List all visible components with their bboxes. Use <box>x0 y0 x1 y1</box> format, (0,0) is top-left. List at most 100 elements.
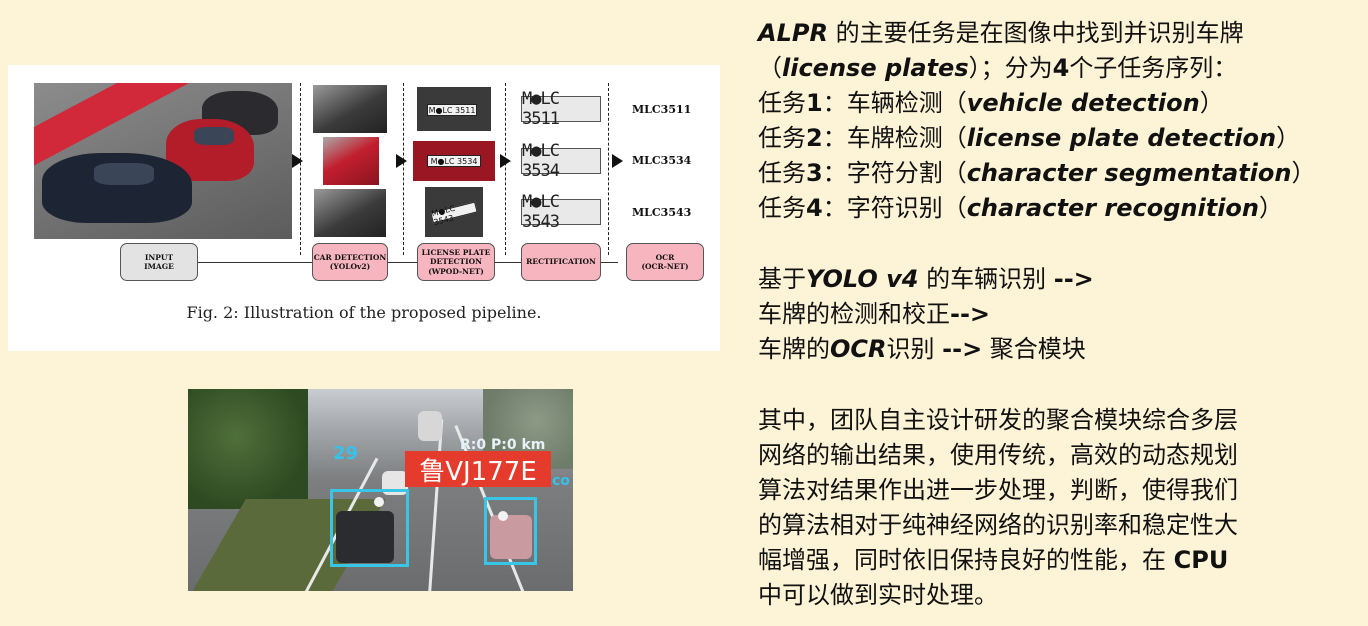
text-run: 4 <box>1052 54 1070 82</box>
text-run: ） <box>1291 159 1316 187</box>
text-run: ） <box>1259 194 1284 222</box>
para-line: 其中，团队自主设计研发的聚合模块综合多层 <box>758 403 1358 438</box>
stage-divider <box>608 83 609 255</box>
rectified-plate: M●LC 3534 <box>521 141 601 181</box>
flow-line: 车牌的OCR识别 --> 聚合模块 <box>758 332 1358 367</box>
intro-line: 任务4：字符识别（character recognition） <box>758 191 1358 226</box>
text-run: 的车辆识别 <box>918 265 1054 293</box>
trees-left <box>188 389 308 509</box>
figure-caption: Fig. 2: Illustration of the proposed pip… <box>186 303 542 322</box>
para-line: 算法对结果作出进一步处理，判断，使得我们 <box>758 473 1358 508</box>
text-run: （ <box>758 54 782 82</box>
stage-input-image: INPUT IMAGE <box>120 243 198 281</box>
text-run: 任务 <box>758 124 806 152</box>
intro-line: ALPR 的主要任务是在图像中找到并识别车牌 <box>758 16 1358 51</box>
input-image-photo <box>34 83 292 239</box>
text-run: ：车辆检测（ <box>822 89 967 117</box>
text-run: ）；分为 <box>968 54 1053 82</box>
text-run: --> <box>1053 265 1094 293</box>
text-run: ：字符识别（ <box>822 194 967 222</box>
text-run: --> <box>942 335 983 363</box>
text-run: ） <box>1199 89 1224 117</box>
para-line: 网络的输出结果，使用传统，高效的动态规划 <box>758 438 1358 473</box>
mini-plate: M●LC 3543 <box>430 201 478 227</box>
plate-crop-1: M●LC 3511 <box>417 87 491 131</box>
text-run: 的主要任务是在图像中找到并识别车牌 <box>827 19 1244 47</box>
aggregation-description-text: 其中，团队自主设计研发的聚合模块综合多层 网络的输出结果，使用传统，高效的动态规划… <box>758 403 1358 613</box>
text-run: 任务 <box>758 194 806 222</box>
mini-plate: M●LC 3534 <box>427 155 481 167</box>
text-run: 任务 <box>758 89 806 117</box>
pipeline-figure: M●LC 3511 M●LC 3534 M●LC 3543 M●LC 3511 … <box>8 65 720 351</box>
text-run: 1 <box>806 89 823 117</box>
para-line: 的算法相对于纯神经网络的识别率和稳定性大 <box>758 508 1358 543</box>
rectified-plate: M●LC 3543 <box>521 192 601 232</box>
flow-line: 基于YOLO v4 的车辆识别 --> <box>758 262 1358 297</box>
stage-rectification: RECTIFICATION <box>521 243 601 281</box>
text-run: OCR <box>830 335 887 363</box>
detection-box <box>484 497 537 565</box>
text-run: 4 <box>806 194 823 222</box>
text-run: YOLO v4 <box>806 265 919 293</box>
text-run: character segmentation <box>966 159 1292 187</box>
car-crop-3 <box>314 189 386 237</box>
lane-marking <box>427 419 444 591</box>
pipeline-flow-text: 基于YOLO v4 的车辆识别 --> 车牌的检测和校正--> 车牌的OCR识别 -… <box>758 262 1358 367</box>
windshield <box>94 163 154 185</box>
text-run: 幅增强，同时依旧保持良好的性能，在 <box>758 546 1174 574</box>
road-detection-image: 29 R:0 P:0 km 鲁VJ177E co <box>188 389 573 591</box>
text-run: 车牌的 <box>758 335 830 363</box>
detection-box <box>330 489 409 567</box>
distant-vehicle <box>418 411 442 441</box>
car-crop-1 <box>313 85 387 133</box>
intro-line: 任务1：车辆检测（vehicle detection） <box>758 86 1358 121</box>
intro-text-block: ALPR 的主要任务是在图像中找到并识别车牌 （license plates）；分… <box>758 16 1358 226</box>
hud-number: 29 <box>333 443 359 464</box>
text-run: 其中，团队自主设计研发的聚合模块综合多层 <box>758 406 1238 434</box>
text-run: 聚合模块 <box>982 335 1086 363</box>
text-run: --> <box>950 300 991 328</box>
text-run: license plate detection <box>966 124 1277 152</box>
text-run: ：车牌检测（ <box>822 124 967 152</box>
text-run: 网络的输出结果，使用传统，高效的动态规划 <box>758 441 1238 469</box>
text-run: 中可以做到实时处理。 <box>758 581 998 609</box>
text-run: 基于 <box>758 265 806 293</box>
text-run: character recognition <box>966 194 1260 222</box>
flow-line: 车牌的检测和校正--> <box>758 297 1358 332</box>
windshield <box>194 127 234 145</box>
text-run: 2 <box>806 124 823 152</box>
ocr-result: MLC3534 <box>632 154 692 167</box>
plate-crop-3: M●LC 3543 <box>425 187 483 237</box>
stage-divider <box>505 83 506 255</box>
text-run: ：字符分割（ <box>822 159 967 187</box>
text-run: ） <box>1276 124 1301 152</box>
para-line: 中可以做到实时处理。 <box>758 578 1358 613</box>
ocr-result: MLC3543 <box>632 206 692 219</box>
text-run: 个子任务序列： <box>1069 54 1238 82</box>
intro-line: （license plates）；分为4个子任务序列： <box>758 51 1358 86</box>
stage-car-detection: CAR DETECTION (YOLOv2) <box>312 243 388 281</box>
stage-ocr: OCR (OCR-NET) <box>626 243 704 281</box>
hud-co: co <box>552 473 570 489</box>
recognized-plate-label: 鲁VJ177E <box>405 451 551 487</box>
text-run: vehicle detection <box>966 89 1200 117</box>
arrow-right-icon <box>396 154 407 168</box>
car-crop-2 <box>323 137 379 185</box>
stage-plate-detection: LICENSE PLATE DETECTION (WPOD-NET) <box>417 243 495 281</box>
intro-line: 任务2：车牌检测（license plate detection） <box>758 121 1358 156</box>
text-run: ALPR <box>758 19 828 47</box>
rectified-plate: M●LC 3511 <box>521 89 601 129</box>
person-icon <box>498 511 508 521</box>
plate-crop-2: M●LC 3534 <box>413 141 495 181</box>
text-run: license plates <box>782 54 969 82</box>
text-run: 车牌的检测和校正 <box>758 300 950 328</box>
para-line: 幅增强，同时依旧保持良好的性能，在 CPU <box>758 543 1358 578</box>
text-run: 3 <box>806 159 823 187</box>
stage-divider <box>300 83 301 255</box>
ocr-result: MLC3511 <box>632 103 692 116</box>
arrow-right-icon <box>292 154 303 168</box>
arrow-right-icon <box>500 154 511 168</box>
intro-line: 任务3：字符分割（character segmentation） <box>758 156 1358 191</box>
mini-plate: M●LC 3511 <box>427 104 477 116</box>
person-icon <box>374 497 384 507</box>
